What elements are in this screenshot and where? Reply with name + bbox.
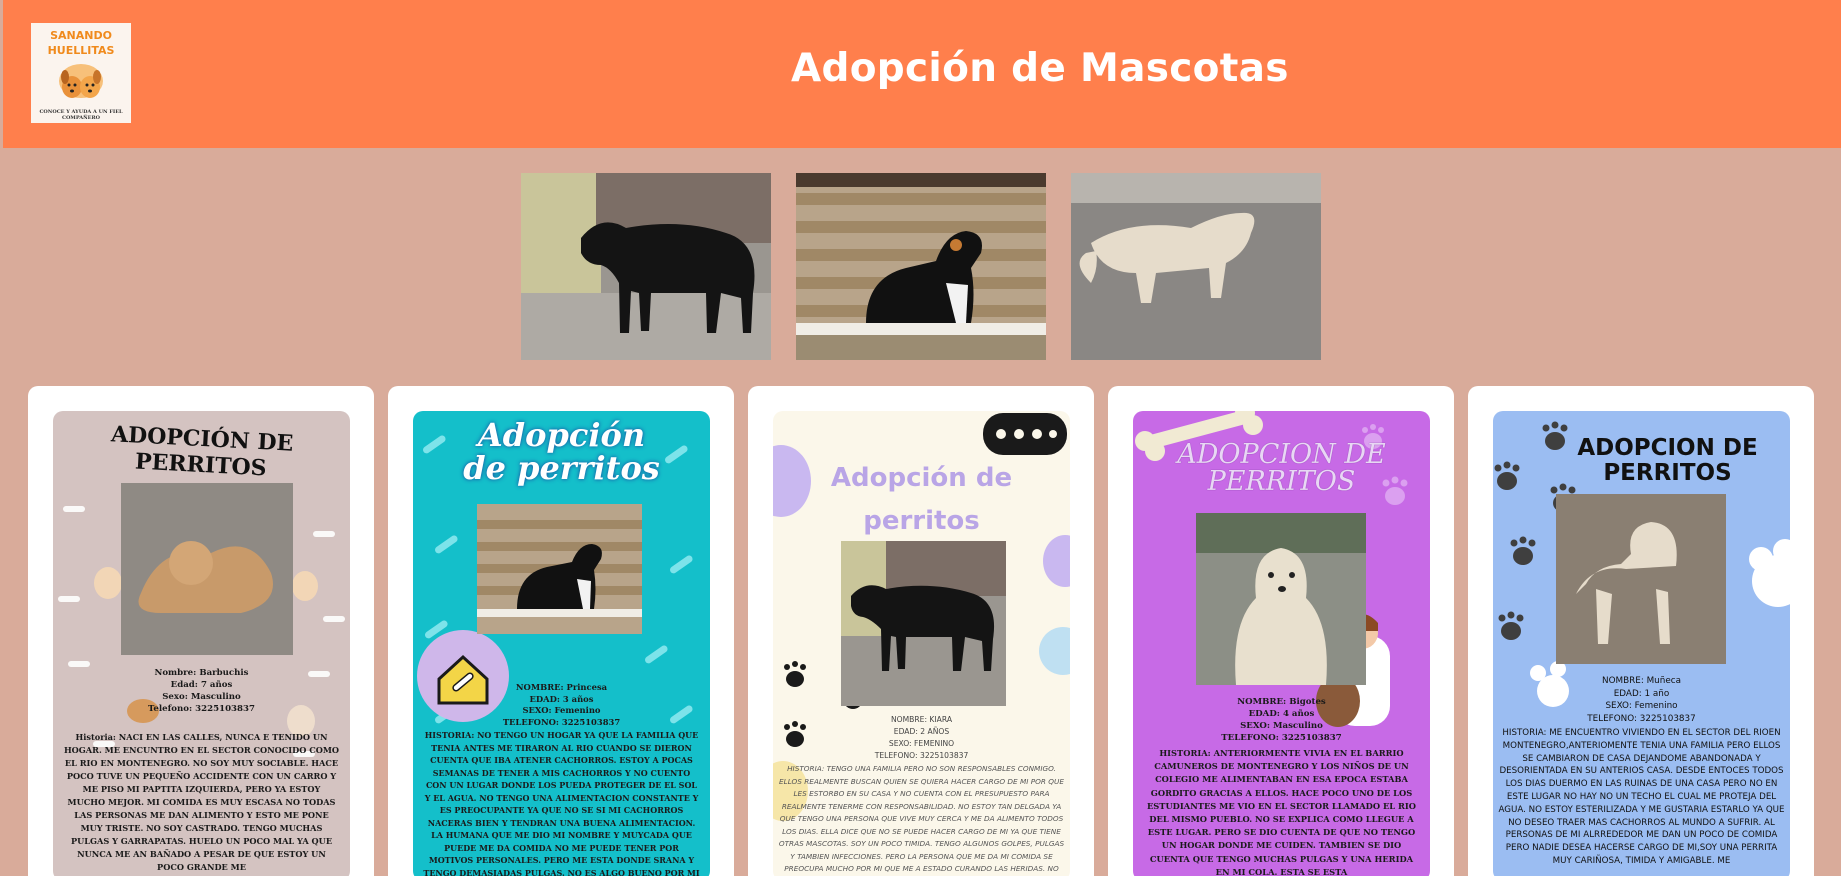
poster-title: ADOPCION DE PERRITOS [1577, 435, 1758, 486]
pet-phone: TELEFONO: 3225103837 [1587, 713, 1696, 724]
pet-age: EDAD: 3 años [529, 693, 594, 704]
pet-name: Nombre: Barbuchis [154, 668, 249, 678]
page-title: Adopción de Mascotas [791, 46, 1289, 91]
logo-subtitle: CONOCE Y AYUDA A UN FIEL COMPAÑERO [39, 109, 123, 121]
pet-info: NOMBRE: Muñeca EDAD: 1 año SEXO: Femenin… [1493, 675, 1790, 725]
pet-photo-muneca [1556, 494, 1726, 664]
white-dog-photo-icon [1071, 173, 1321, 360]
dog-photo-icon [1556, 494, 1726, 664]
pet-age: EDAD: 4 años [1248, 709, 1315, 719]
dog-photo-icon [477, 504, 642, 634]
pet-card-bigotes[interactable]: ADOPCION DE PERRITOS NOMBRE: Bigotes EDA… [1108, 386, 1454, 876]
pet-sex: SEXO: Masculino [1240, 721, 1323, 731]
adoption-poster: ADOPCIÓN DE PERRITOS Nombre: Barbuchis E… [53, 411, 350, 876]
pet-name: NOMBRE: Bigotes [1237, 697, 1326, 707]
pet-info: NOMBRE: KIARA EDAD: 2 AÑOS SEXO: FEMENIN… [773, 714, 1070, 762]
poster-title: ADOPCION DE PERRITOS [1177, 439, 1386, 497]
adoption-poster: ADOPCION DE PERRITOS NOMBRE: Bigotes EDA… [1133, 411, 1430, 876]
pet-photo-bigotes [1196, 513, 1366, 685]
dog-photo-icon [841, 541, 1006, 706]
pet-card-barbuchis[interactable]: ADOPCIÓN DE PERRITOS Nombre: Barbuchis E… [28, 386, 374, 876]
adoption-poster: Adopción de perritos NOMBRE: Princesa ED… [413, 411, 710, 876]
gallery-photo-black-dog[interactable] [521, 173, 771, 360]
pet-info: NOMBRE: Bigotes EDAD: 4 años SEXO: Mascu… [1133, 696, 1430, 744]
tricolor-dog-photo-icon [796, 173, 1046, 360]
pet-sex: SEXO: Femenino [522, 705, 601, 715]
pet-photo-kiara [841, 541, 1006, 706]
adoption-poster: ADOPCION DE PERRITOS NOMBRE: Muñeca EDAD… [1493, 411, 1790, 876]
pet-phone: TELEFONO: 3225103837 [502, 716, 621, 727]
pet-age: Edad: 7 años [170, 680, 233, 690]
pet-photo-barbuchis [121, 483, 293, 655]
pet-info: Nombre: Barbuchis Edad: 7 años Sexo: Mas… [53, 667, 350, 715]
pet-name: NOMBRE: KIARA [890, 715, 953, 724]
pet-age: EDAD: 1 año [1613, 688, 1670, 699]
dog-photo-icon [1196, 513, 1366, 685]
pet-photo-princesa [477, 504, 642, 634]
pet-card-princesa[interactable]: Adopción de perritos NOMBRE: Princesa ED… [388, 386, 734, 876]
adoption-poster: Adopción de perritos NOMBRE: KIARA EDAD:… [773, 411, 1070, 876]
logo-dogs-icon [59, 64, 103, 98]
pet-name: NOMBRE: Princesa [515, 682, 608, 692]
black-dog-photo-icon [521, 173, 771, 360]
pet-sex: SEXO: FEMENINO [888, 739, 955, 748]
pet-sex: SEXO: Femenino [1605, 701, 1678, 711]
page-header: SANANDO HUELLITAS CONOCE Y AYUDA A UN FI… [3, 0, 1841, 148]
pet-phone: TELEFONO: 3225103837 [874, 751, 969, 760]
pet-story: HISTORIA: NO TENGO UN HOGAR YA QUE LA FA… [423, 730, 700, 876]
gallery-photo-tricolor-dog[interactable] [796, 173, 1046, 360]
gallery-photo-white-dog[interactable] [1071, 173, 1321, 360]
pet-phone: TELEFONO: 3225103837 [1221, 733, 1342, 743]
poster-title: Adopción de perritos [830, 463, 1013, 536]
pet-card-muneca[interactable]: ADOPCION DE PERRITOS NOMBRE: Muñeca EDAD… [1468, 386, 1814, 876]
logo-text: SANANDO HUELLITAS [47, 29, 115, 57]
pet-story: HISTORIA: TENGO UNA FAMILIA PERO NO SON … [778, 764, 1065, 873]
pet-card-kiara[interactable]: Adopción de perritos NOMBRE: KIARA EDAD:… [748, 386, 1094, 876]
pet-story: HISTORIA: ANTERIORMENTE VIVIA EN EL BARR… [1146, 748, 1417, 876]
pet-name: NOMBRE: Muñeca [1602, 676, 1681, 686]
sanando-huellitas-logo[interactable]: SANANDO HUELLITAS CONOCE Y AYUDA A UN FI… [31, 23, 131, 123]
poster-title: Adopción de perritos [463, 416, 660, 487]
pet-story: Historia: NACI EN LAS CALLES, NUNCA E TE… [63, 732, 340, 872]
pet-age: EDAD: 2 AÑOS [893, 727, 950, 736]
pet-story: HISTORIA: ME ENCUENTRO VIVIENDO EN EL SE… [1498, 728, 1785, 866]
pet-sex: Sexo: Masculino [162, 692, 241, 702]
pet-info: NOMBRE: Princesa EDAD: 3 años SEXO: Feme… [413, 682, 710, 728]
pet-phone: Telefono: 3225103837 [148, 704, 255, 714]
dog-photo-icon [121, 483, 293, 655]
